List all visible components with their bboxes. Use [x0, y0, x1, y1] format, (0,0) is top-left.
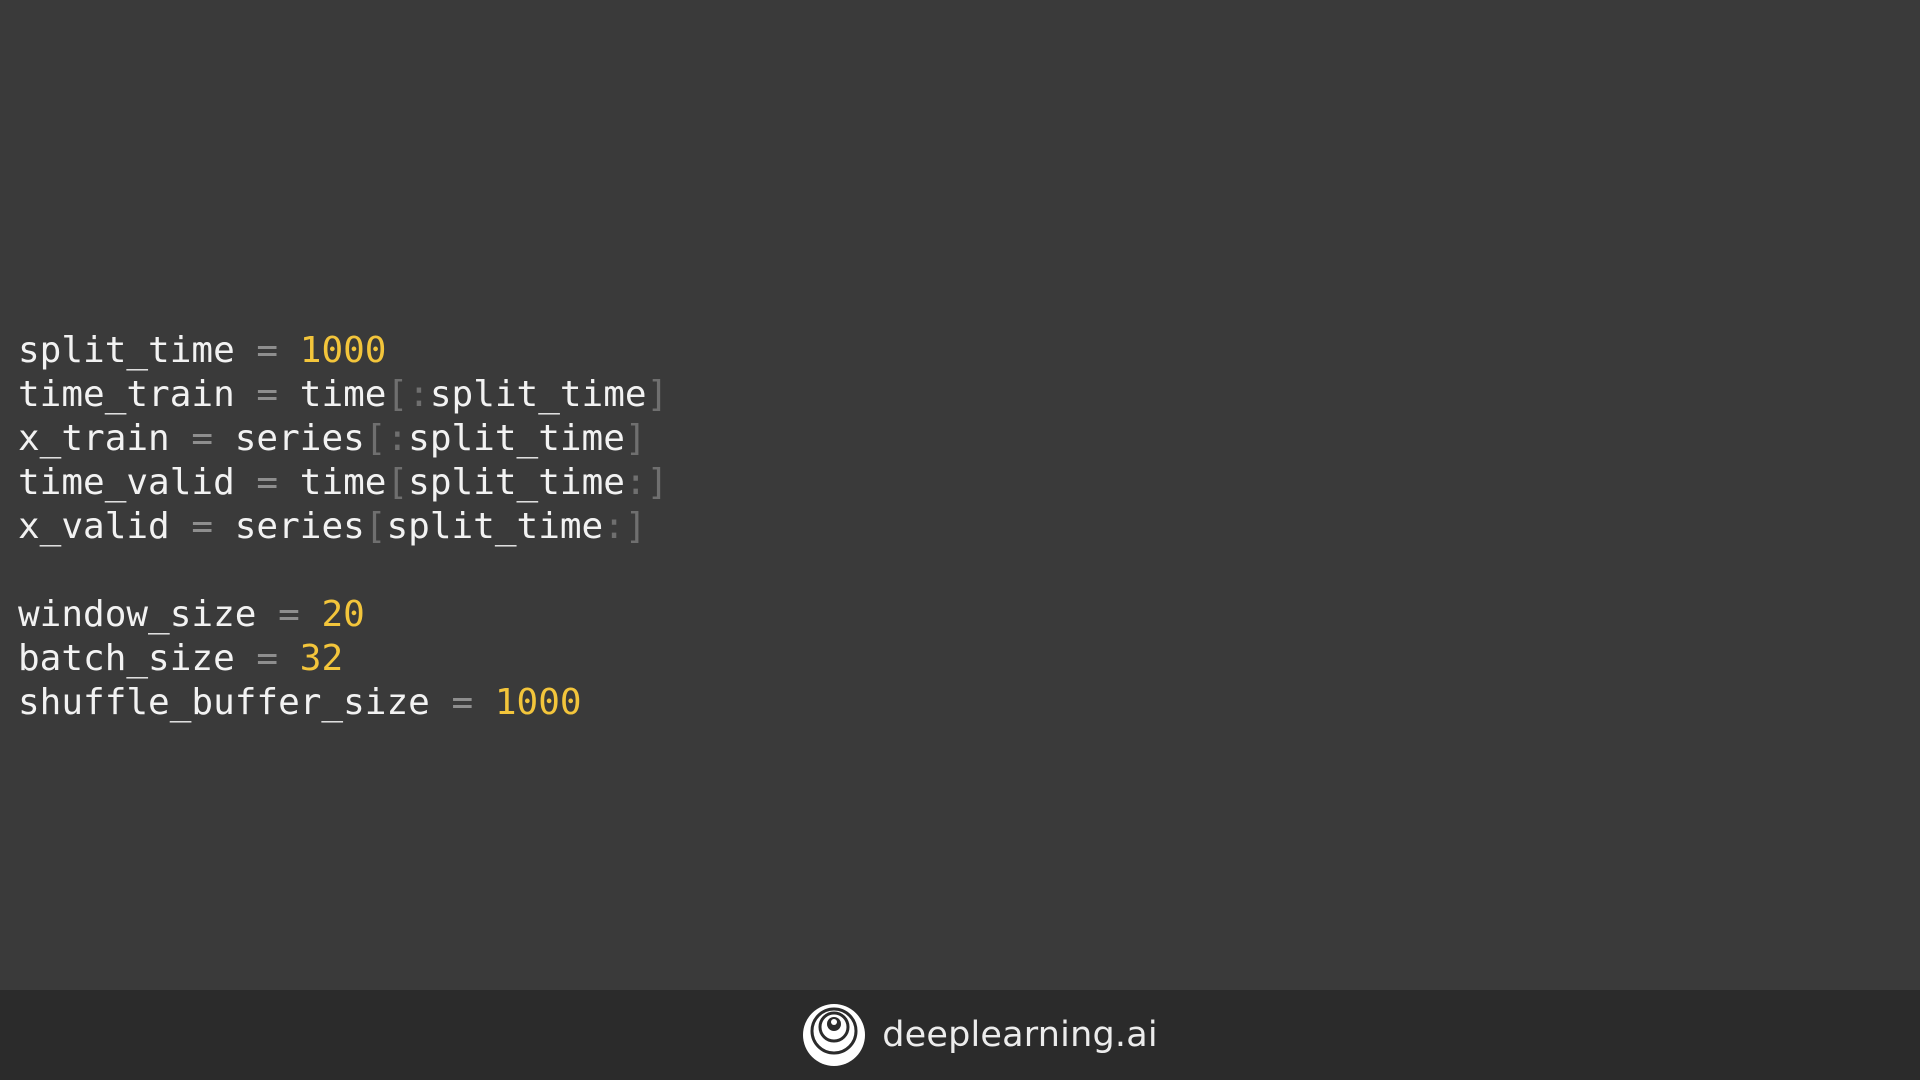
code-token-op: =	[234, 330, 300, 371]
code-block: split_time = 1000 time_train = time[:spli…	[18, 329, 668, 725]
code-token-id: batch_size	[18, 638, 235, 679]
code-token-punct: ]	[624, 418, 647, 459]
code-line: time_train = time[:split_time]	[18, 373, 668, 417]
code-token-num: 1000	[494, 682, 582, 723]
code-token-punct: [:	[386, 374, 430, 415]
slide: split_time = 1000 time_train = time[:spli…	[0, 0, 1920, 1080]
code-line: split_time = 1000	[18, 329, 668, 373]
brand-name: deeplearning.ai	[882, 1015, 1158, 1055]
code-token-punct: [:	[364, 418, 409, 459]
code-line: batch_size = 32	[18, 637, 668, 681]
code-token-punct: [	[364, 506, 387, 547]
code-token-op: =	[169, 506, 235, 547]
code-token-id: split_time	[408, 462, 625, 503]
code-token-id: series	[234, 418, 365, 459]
code-token-id: split_time	[408, 418, 625, 459]
code-line: time_valid = time[split_time:]	[18, 461, 668, 505]
code-token-punct: ]	[646, 374, 669, 415]
code-token-id: x_train	[18, 418, 170, 459]
code-line: window_size = 20	[18, 593, 668, 637]
code-line: x_train = series[:split_time]	[18, 417, 668, 461]
code-token-punct: :]	[603, 506, 647, 547]
brand: deeplearning.ai	[802, 1003, 1158, 1067]
code-token-id: x_valid	[18, 506, 170, 547]
footer-bar: deeplearning.ai	[0, 990, 1920, 1080]
code-token-id: window_size	[18, 594, 257, 635]
deeplearning-ai-logo-icon	[803, 1004, 866, 1066]
code-token-id: time_train	[18, 374, 235, 415]
code-token-id: split_time	[18, 330, 235, 371]
code-token-id: split_time	[429, 374, 647, 415]
code-token-id: time	[299, 462, 387, 503]
code-token-id: time	[299, 374, 387, 415]
code-token-op: =	[234, 462, 300, 503]
code-token-op: =	[169, 418, 235, 459]
code-token-id: split_time	[386, 506, 604, 547]
code-token-id: time_valid	[18, 462, 235, 503]
code-line: x_valid = series[split_time:]	[18, 505, 668, 549]
code-token-id: series	[234, 506, 365, 547]
code-token-punct: :]	[624, 462, 669, 503]
code-token-num: 32	[299, 638, 344, 679]
code-token-num: 20	[321, 594, 365, 635]
code-token-op: =	[256, 594, 322, 635]
code-token-op: =	[234, 638, 300, 679]
code-token-id: shuffle_buffer_size	[18, 682, 430, 723]
code-token-op: =	[234, 374, 300, 415]
code-line: shuffle_buffer_size = 1000	[18, 681, 668, 725]
code-token-punct: [	[386, 462, 409, 503]
code-token-op: =	[429, 682, 495, 723]
code-token-num: 1000	[299, 330, 387, 371]
